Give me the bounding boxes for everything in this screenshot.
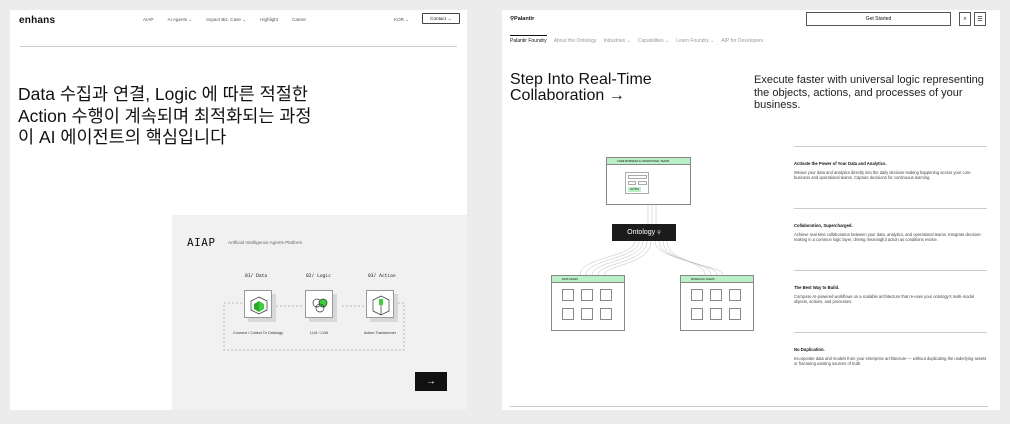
menu-button[interactable]: ☰ xyxy=(974,12,986,26)
stage-data-caption: Connect / Collect To Ontology xyxy=(232,331,284,335)
next-arrow-button[interactable]: → xyxy=(415,372,447,391)
modeling-teams-panel: MODELING TEAMS xyxy=(680,275,754,331)
nav-item-impact-biz-case[interactable]: Impact Biz. Case ⌄ xyxy=(206,17,246,23)
feature-item: Activate the Power of Your Data and Anal… xyxy=(794,146,987,208)
nav-item-ai-agents[interactable]: AI Agents ⌄ xyxy=(167,17,192,23)
feature-item: The Best Way to Build. Compose AI-powere… xyxy=(794,270,987,332)
list-icon xyxy=(581,308,593,320)
enhans-header: enhans AIAP AI Agents ⌄ Impact Biz. Case… xyxy=(10,10,467,50)
tab-capabilities[interactable]: Capabilities ⌄ xyxy=(638,38,669,44)
stage-action-label: 03/ Action xyxy=(368,274,396,279)
tab-about-ontology[interactable]: About the Ontology xyxy=(554,38,597,44)
square-icon xyxy=(600,289,612,301)
tab-industries[interactable]: Industries ⌄ xyxy=(604,38,631,44)
hamburger-menu-icon: ☰ xyxy=(977,16,983,23)
aiap-card: AIAP Artificial Intelligence Agents Plat… xyxy=(172,215,467,410)
feature-item: No Duplication. Incorporate data and mod… xyxy=(794,332,987,394)
logic-molecule-icon xyxy=(305,290,333,318)
language-select[interactable]: KOR ⌄ xyxy=(394,17,409,23)
data-teams-panel: DATA TEAMS xyxy=(551,275,625,331)
collaboration-headline[interactable]: Step Into Real-Time Collaboration → xyxy=(510,72,730,104)
feature-list: Activate the Power of Your Data and Anal… xyxy=(794,146,987,394)
feature-body: Incorporate data and models from your en… xyxy=(794,356,987,367)
scatter-icon xyxy=(710,308,722,320)
get-started-button[interactable]: Get Started xyxy=(806,12,951,26)
nav-item-career[interactable]: Career xyxy=(292,17,306,23)
sparkle-icon xyxy=(710,289,722,301)
feature-title: Activate the Power of Your Data and Anal… xyxy=(794,161,887,166)
stage-logic-caption: LLM / LVM xyxy=(309,331,329,335)
ontology-node: Ontology ⚲ xyxy=(612,224,676,241)
modeling-teams-header: MODELING TEAMS xyxy=(681,276,753,283)
nav-item-highlight[interactable]: Highlight xyxy=(260,17,278,23)
action-tag: ACTION xyxy=(628,187,641,192)
feature-title: No Duplication. xyxy=(794,347,825,352)
stack-icon xyxy=(562,308,574,320)
feature-title: Collaboration, Supercharged. xyxy=(794,223,853,228)
grid-icon xyxy=(581,289,593,301)
feature-item: Collaboration, Supercharged. Achieve rea… xyxy=(794,208,987,270)
core-business-panel: CORE BUSINESS & OPERATIONAL TEAMS ACTION xyxy=(606,157,691,205)
ontology-diagram: CORE BUSINESS & OPERATIONAL TEAMS ACTION… xyxy=(550,147,770,347)
ontology-label: Ontology xyxy=(627,229,656,236)
lead-paragraph: Execute faster with universal logic repr… xyxy=(754,74,984,111)
enhans-logo[interactable]: enhans xyxy=(19,15,55,26)
feature-body: Compose AI-powered workflows on a scalab… xyxy=(794,294,974,305)
feature-body: Achieve real-time collaboration between … xyxy=(794,232,982,243)
storage-icon xyxy=(600,308,612,320)
search-button[interactable]: ⌕ xyxy=(959,12,971,26)
flow-icon xyxy=(691,308,703,320)
feature-body: Weave your data and analytics directly i… xyxy=(794,170,971,181)
page-headline: Data 수집과 연결, Logic 에 따른 적절한 Action 수행이 계… xyxy=(18,84,312,147)
stage-action-caption: Action Transformer xyxy=(363,331,397,335)
ontology-mark-icon: ⚲ xyxy=(657,229,661,236)
palantir-page: ⚲Palantir Get Started ⌕ ☰ Palantir Found… xyxy=(502,10,1000,410)
data-cube-icon xyxy=(244,290,272,318)
stage-logic-label: 02/ Logic xyxy=(306,274,331,279)
data-teams-header: DATA TEAMS xyxy=(552,276,624,283)
palantir-logo-text: Palantir xyxy=(514,16,535,22)
core-business-header: CORE BUSINESS & OPERATIONAL TEAMS xyxy=(607,158,690,165)
database-icon xyxy=(562,289,574,301)
palantir-logo[interactable]: ⚲Palantir xyxy=(510,16,534,22)
dots-grid-icon xyxy=(729,289,741,301)
feature-title: The Best Way to Build. xyxy=(794,285,840,290)
target-icon xyxy=(691,289,703,301)
enhans-page: enhans AIAP AI Agents ⌄ Impact Biz. Case… xyxy=(10,10,467,410)
tab-aip-developers[interactable]: AIP for Developers xyxy=(721,38,763,44)
contact-button[interactable]: Contact → xyxy=(422,13,460,24)
branch-icon xyxy=(729,308,741,320)
tab-learn-foundry[interactable]: Learn Foundry ⌄ xyxy=(676,38,714,44)
stage-data-label: 01/ Data xyxy=(245,274,268,279)
bottom-divider xyxy=(510,406,988,407)
header-divider xyxy=(20,46,457,47)
core-widget: ACTION xyxy=(625,172,649,194)
search-icon: ⌕ xyxy=(963,15,967,22)
foundry-subnav: Palantir Foundry About the Ontology Indu… xyxy=(510,35,763,44)
action-box-icon xyxy=(366,290,394,318)
enhans-nav-menu: AIAP AI Agents ⌄ Impact Biz. Case ⌄ High… xyxy=(143,17,306,23)
nav-item-aiap[interactable]: AIAP xyxy=(143,17,153,23)
tab-palantir-foundry[interactable]: Palantir Foundry xyxy=(510,35,547,44)
